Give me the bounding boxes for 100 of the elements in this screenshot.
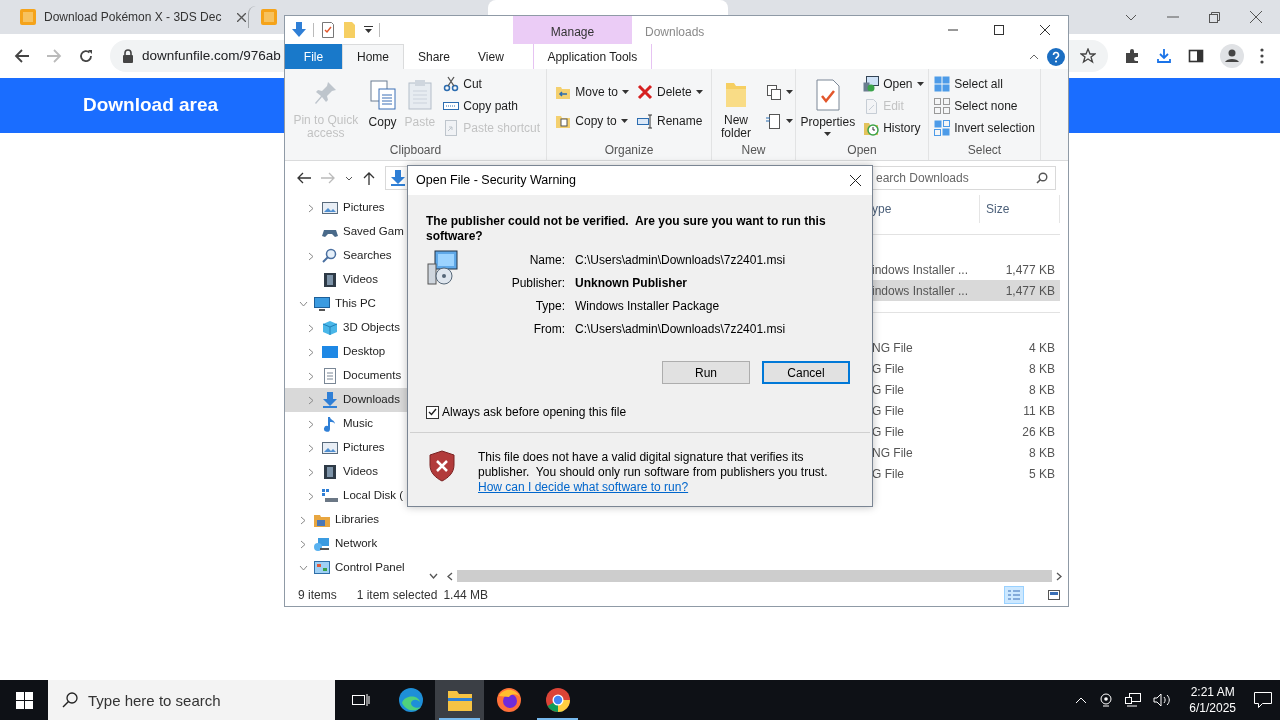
tree-item[interactable]: Documents — [285, 364, 426, 388]
chevron-right-icon[interactable] — [308, 251, 314, 261]
tree-item[interactable]: Network — [285, 532, 426, 556]
ribbon-button[interactable]: Properties — [798, 72, 858, 140]
chevron-right-icon[interactable] — [308, 491, 314, 501]
chevron-right-icon[interactable] — [308, 203, 314, 213]
dialog-button[interactable]: Run — [662, 361, 750, 384]
ribbon-button[interactable]: Move to — [553, 80, 631, 103]
close-icon[interactable] — [237, 12, 247, 22]
menu-icon[interactable] — [1260, 48, 1264, 64]
ribbon-tab[interactable]: Share — [404, 44, 465, 69]
tree-item[interactable]: Pictures — [285, 436, 426, 460]
ribbon-button[interactable]: Select none — [932, 95, 1037, 117]
folder-icon — [314, 512, 330, 528]
browser-tab[interactable]: Download Pokémon X - 3DS Dec — [8, 0, 248, 34]
tree-item[interactable]: Local Disk ( — [285, 484, 426, 508]
chevron-right-icon[interactable] — [300, 515, 306, 525]
taskbar-app[interactable] — [435, 680, 484, 720]
back-icon[interactable] — [297, 172, 311, 184]
ribbon-button[interactable]: Open — [861, 73, 926, 95]
tree-item[interactable]: Saved Gam — [285, 220, 426, 244]
close-icon[interactable] — [1250, 11, 1262, 23]
checkbox[interactable] — [426, 405, 439, 419]
ribbon-button[interactable]: Select all — [932, 73, 1037, 95]
ribbon-button[interactable]: Invert selection — [932, 117, 1037, 139]
dropdown-icon[interactable] — [364, 26, 373, 34]
ribbon-button[interactable]: History — [861, 117, 926, 139]
help-icon[interactable] — [1047, 47, 1065, 66]
up-icon[interactable] — [363, 171, 375, 185]
chevron-right-icon[interactable] — [308, 467, 314, 477]
maximize-icon — [994, 25, 1004, 35]
table-cell-text: 1,477 KB — [1004, 261, 1056, 279]
ribbon-button[interactable]: Cut — [441, 73, 542, 95]
ribbon-tab[interactable]: View — [464, 44, 518, 69]
chevron-right-icon[interactable] — [308, 371, 314, 381]
tree-item[interactable]: Libraries — [285, 508, 426, 532]
tree-item[interactable]: Searches — [285, 244, 426, 268]
restore-icon[interactable] — [1209, 11, 1220, 23]
reload-icon[interactable] — [78, 48, 94, 64]
chevron-right-icon[interactable] — [308, 419, 314, 429]
address-bar-end[interactable] — [1068, 40, 1108, 72]
scroll-left-icon[interactable] — [447, 571, 453, 581]
table-cell-text: G File — [872, 465, 905, 483]
chevron-down-icon[interactable] — [1125, 13, 1137, 21]
notification-icon[interactable] — [1254, 692, 1272, 708]
file-row[interactable]: indows Installer ... 1,477 KB — [872, 259, 1060, 280]
table-cell-text: G File — [872, 360, 905, 378]
file-row[interactable]: G File 26 KB — [872, 421, 1060, 442]
side-panel-icon[interactable] — [1188, 48, 1204, 64]
download-icon[interactable] — [1156, 48, 1172, 64]
help-link[interactable]: How can I decide what software to run? — [478, 480, 689, 494]
file-row[interactable]: G File 8 KB — [872, 358, 1060, 379]
tree-item[interactable]: Videos — [285, 460, 426, 484]
column-header[interactable]: Size — [980, 195, 1060, 223]
chevron-right-icon[interactable] — [308, 323, 314, 333]
ribbon-tab[interactable]: Home — [342, 44, 404, 69]
caret-icon — [786, 89, 793, 94]
scissors-icon — [443, 76, 460, 92]
ribbon-button[interactable]: Rename — [635, 109, 705, 132]
webcam-icon[interactable] — [1099, 693, 1114, 707]
file-tab[interactable]: File — [285, 44, 342, 69]
chevron-right-icon[interactable] — [308, 347, 314, 357]
file-row[interactable]: indows Installer ... 1,477 KB — [872, 280, 1060, 301]
back-icon[interactable] — [14, 48, 30, 64]
search-field[interactable]: Type here to search — [48, 680, 335, 720]
tree-item[interactable]: Control Panel — [285, 556, 426, 580]
ribbon-button[interactable]: Copy path — [441, 95, 542, 117]
file-row[interactable]: NG File 4 KB — [872, 337, 1060, 358]
download-icon[interactable] — [291, 22, 307, 38]
file-row[interactable]: G File 11 KB — [872, 400, 1060, 421]
scroll-right-icon[interactable] — [1056, 571, 1062, 581]
file-row[interactable]: G File 5 KB — [872, 463, 1060, 484]
chevron-right-icon[interactable] — [300, 539, 306, 549]
scroll-down-icon[interactable] — [429, 573, 438, 579]
speaker-icon[interactable] — [1153, 693, 1172, 707]
file-row[interactable]: NG File 8 KB — [872, 442, 1060, 463]
network-icon[interactable] — [1125, 693, 1142, 707]
scrollbar-thumb[interactable] — [457, 570, 1052, 582]
star-icon[interactable] — [1080, 48, 1096, 64]
ribbon-button[interactable]: Copy — [366, 72, 399, 140]
chevron-down-icon[interactable] — [345, 175, 353, 181]
tree-item[interactable]: Videos — [285, 268, 426, 292]
ribbon-button[interactable]: New folder — [712, 72, 760, 140]
search-icon[interactable] — [1036, 172, 1048, 184]
properties-icon[interactable] — [320, 22, 336, 38]
tree-item[interactable]: Pictures — [285, 196, 426, 220]
tree-item[interactable]: This PC — [285, 292, 426, 316]
dialog-button[interactable]: Cancel — [762, 361, 850, 384]
select-none-icon — [934, 98, 951, 114]
address-bar[interactable]: downfunfile.com/976ab — [110, 40, 284, 72]
profile-icon[interactable] — [1220, 44, 1244, 68]
tree-item[interactable]: 3D Objects — [285, 316, 426, 340]
tree-item[interactable]: Music — [285, 412, 426, 436]
puzzle-icon[interactable] — [1124, 48, 1140, 64]
ribbon-button[interactable]: Copy to — [553, 109, 631, 132]
clock[interactable]: 2:21 AM 6/1/2025 — [1183, 684, 1242, 716]
chevron-right-icon[interactable] — [308, 443, 314, 453]
ribbon-button[interactable]: Delete — [635, 80, 705, 103]
tree-item[interactable]: Desktop — [285, 340, 426, 364]
file-row[interactable]: G File 8 KB — [872, 379, 1060, 400]
